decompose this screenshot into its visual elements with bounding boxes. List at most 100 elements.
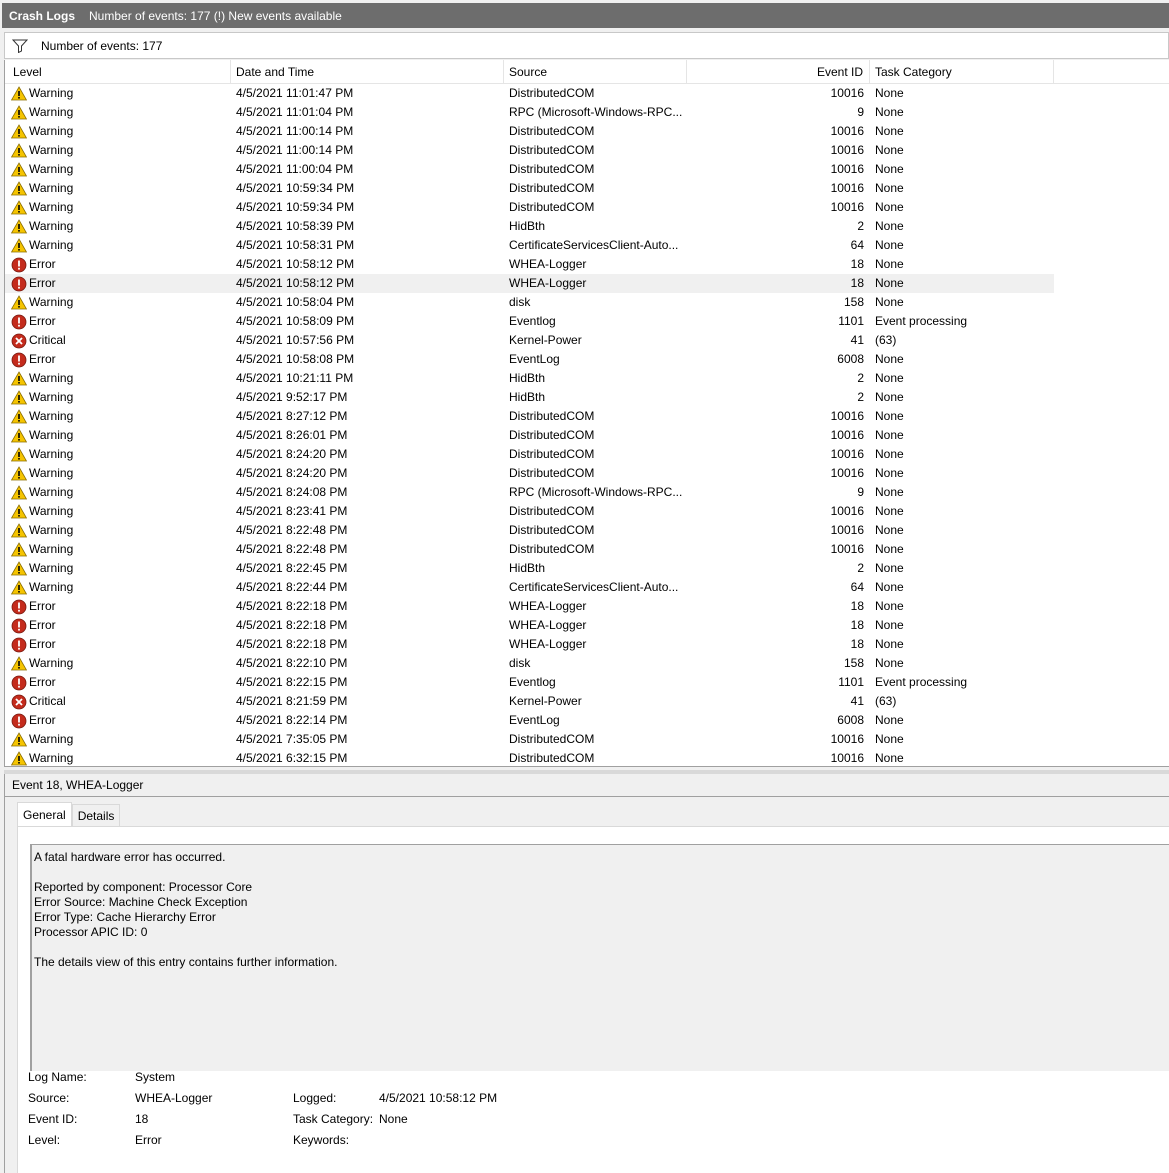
log-name-label: Log Name: (28, 1070, 87, 1084)
task-category-cell: None (875, 466, 904, 480)
event-row[interactable]: Error 4/5/2021 8:22:18 PM WHEA-Logger 18 Non… (5, 597, 1054, 616)
event-row[interactable]: Warning 4/5/2021 10:59:34 PM DistributedCO… (5, 179, 1054, 198)
event-row[interactable]: Warning 4/5/2021 10:58:31 PM CertificateSe… (5, 236, 1054, 255)
task-category-cell: None (875, 200, 904, 214)
event-id-cell: 41 (850, 333, 864, 347)
source-cell: WHEA-Logger (509, 637, 587, 651)
event-row[interactable]: Warning 4/5/2021 10:58:39 PM HidBth 2 None (5, 217, 1054, 236)
event-row[interactable]: Warning 4/5/2021 8:22:45 PM HidBth 2 None (5, 559, 1054, 578)
event-row[interactable]: Warning 4/5/2021 11:00:14 PM DistributedCO… (5, 141, 1054, 160)
source-cell: WHEA-Logger (509, 618, 587, 632)
event-row[interactable]: Warning 4/5/2021 11:00:14 PM DistributedCO… (5, 122, 1054, 141)
event-row[interactable]: Warning 4/5/2021 8:22:10 PM disk 158 None (5, 654, 1054, 673)
event-row[interactable]: Warning 4/5/2021 8:22:44 PM CertificateSer… (5, 578, 1054, 597)
task-category-cell: (63) (875, 333, 897, 347)
warning-icon (11, 371, 29, 386)
logged-label: Logged: (293, 1091, 337, 1105)
general-tab-panel: A fatal hardware error has occurred. Rep… (17, 826, 1169, 1173)
column-header-source[interactable]: Source (504, 60, 687, 84)
column-header-date[interactable]: Date and Time (231, 60, 504, 84)
level-text: Warning (29, 86, 74, 100)
event-row[interactable]: Error 4/5/2021 10:58:12 PM WHEA-Logger 18 No… (5, 255, 1054, 274)
event-row[interactable]: Error 4/5/2021 10:58:09 PM Eventlog 1101 Eve… (5, 312, 1054, 331)
source-cell: DistributedCOM (509, 542, 595, 556)
event-row[interactable]: Warning 4/5/2021 10:58:04 PM disk 158 None (5, 293, 1054, 312)
event-row[interactable]: Warning 4/5/2021 11:01:04 PM RPC (Microsof… (5, 103, 1054, 122)
event-id-cell: 2 (857, 219, 864, 233)
event-row[interactable]: Warning 4/5/2021 6:32:15 PM DistributedCOM… (5, 749, 1054, 766)
column-header-task-category[interactable]: Task Category (870, 60, 1054, 84)
level-cell: Error (11, 350, 229, 369)
level-text: Warning (29, 200, 74, 214)
task-category-cell: None (875, 295, 904, 309)
event-row[interactable]: Error 4/5/2021 8:22:18 PM WHEA-Logger 18 Non… (5, 616, 1054, 635)
date-cell: 4/5/2021 11:00:14 PM (236, 143, 354, 157)
event-message[interactable]: A fatal hardware error has occurred. Rep… (30, 844, 1169, 1071)
column-header-event-id[interactable]: Event ID (687, 60, 870, 84)
source-cell: HidBth (509, 561, 546, 575)
message-line: Error Type: Cache Hierarchy Error (34, 910, 216, 924)
level-text: Error (29, 675, 56, 689)
event-row[interactable]: Warning 4/5/2021 10:59:34 PM DistributedCO… (5, 198, 1054, 217)
event-row[interactable]: Warning 4/5/2021 8:27:12 PM DistributedCOM… (5, 407, 1054, 426)
tab-details[interactable]: Details (71, 804, 121, 826)
filter-icon[interactable] (5, 39, 35, 53)
event-row[interactable]: Warning 4/5/2021 8:22:48 PM DistributedCOM… (5, 521, 1054, 540)
level-cell: Warning (11, 122, 229, 141)
level-text: Warning (29, 181, 74, 195)
event-rows: Warning 4/5/2021 11:01:47 PM DistributedCO… (5, 84, 1169, 766)
task-category-value: None (379, 1112, 408, 1126)
event-id-cell: 10016 (830, 466, 864, 480)
event-row[interactable]: Warning 4/5/2021 8:22:48 PM DistributedCOM… (5, 540, 1054, 559)
level-label: Level: (28, 1133, 61, 1147)
level-cell: Warning (11, 502, 229, 521)
event-row[interactable]: Warning 4/5/2021 8:23:41 PM DistributedCOM… (5, 502, 1054, 521)
event-row[interactable]: Error 4/5/2021 10:58:12 PM WHEA-Logger 18 No… (5, 274, 1054, 293)
task-category-cell: None (875, 504, 904, 518)
event-row[interactable]: Critical 4/5/2021 8:21:59 PM Kernel-Power 4… (5, 692, 1054, 711)
level-text: Error (29, 314, 56, 328)
event-row[interactable]: Warning 4/5/2021 8:26:01 PM DistributedCOM… (5, 426, 1054, 445)
event-row[interactable]: Warning 4/5/2021 7:35:05 PM DistributedCOM… (5, 730, 1054, 749)
event-row[interactable]: Warning 4/5/2021 8:24:20 PM DistributedCOM… (5, 445, 1054, 464)
date-cell: 4/5/2021 7:35:05 PM (236, 732, 348, 746)
event-row[interactable]: Warning 4/5/2021 8:24:08 PM RPC (Microsoft… (5, 483, 1054, 502)
event-row[interactable]: Warning 4/5/2021 8:24:20 PM DistributedCOM… (5, 464, 1054, 483)
event-row[interactable]: Error 4/5/2021 8:22:15 PM Eventlog 1101 Even… (5, 673, 1054, 692)
task-category-cell: None (875, 105, 904, 119)
source-cell: RPC (Microsoft-Windows-RPC... (509, 105, 683, 119)
task-category-cell: None (875, 238, 904, 252)
event-row[interactable]: Warning 4/5/2021 11:01:47 PM DistributedCO… (5, 84, 1054, 103)
date-cell: 4/5/2021 8:27:12 PM (236, 409, 348, 423)
date-cell: 4/5/2021 10:58:04 PM (236, 295, 355, 309)
task-category-cell: None (875, 276, 904, 290)
level-cell: Error (11, 597, 229, 616)
level-cell: Warning (11, 103, 229, 122)
column-header-level[interactable]: Level (8, 60, 231, 84)
level-text: Warning (29, 105, 74, 119)
event-count: Number of events: 177 (41, 38, 163, 53)
source-cell: RPC (Microsoft-Windows-RPC... (509, 485, 683, 499)
task-category-cell: None (875, 485, 904, 499)
event-row[interactable]: Warning 4/5/2021 9:52:17 PM HidBth 2 None (5, 388, 1054, 407)
event-row[interactable]: Critical 4/5/2021 10:57:56 PM Kernel-Power… (5, 331, 1054, 350)
level-cell: Error (11, 673, 229, 692)
event-row[interactable]: Error 4/5/2021 8:22:14 PM EventLog 6008 None (5, 711, 1054, 730)
event-row[interactable]: Warning 4/5/2021 11:00:04 PM DistributedCO… (5, 160, 1054, 179)
event-row[interactable]: Error 4/5/2021 10:58:08 PM EventLog 6008 Non… (5, 350, 1054, 369)
tab-general[interactable]: General (17, 802, 72, 826)
date-cell: 4/5/2021 10:58:31 PM (236, 238, 355, 252)
event-row[interactable]: Error 4/5/2021 8:22:18 PM WHEA-Logger 18 Non… (5, 635, 1054, 654)
source-cell: disk (509, 295, 531, 309)
task-category-cell: None (875, 637, 904, 651)
log-name-value: System (135, 1070, 176, 1084)
level-cell: Warning (11, 160, 229, 179)
level-cell: Warning (11, 521, 229, 540)
level-text: Error (29, 257, 56, 271)
event-row[interactable]: Warning 4/5/2021 10:21:11 PM HidBth 2 None (5, 369, 1054, 388)
task-category-cell: None (875, 86, 904, 100)
error-icon (11, 352, 29, 368)
task-category-cell: None (875, 580, 904, 594)
event-id-cell: 1101 (838, 675, 864, 689)
task-category-cell: None (875, 181, 904, 195)
